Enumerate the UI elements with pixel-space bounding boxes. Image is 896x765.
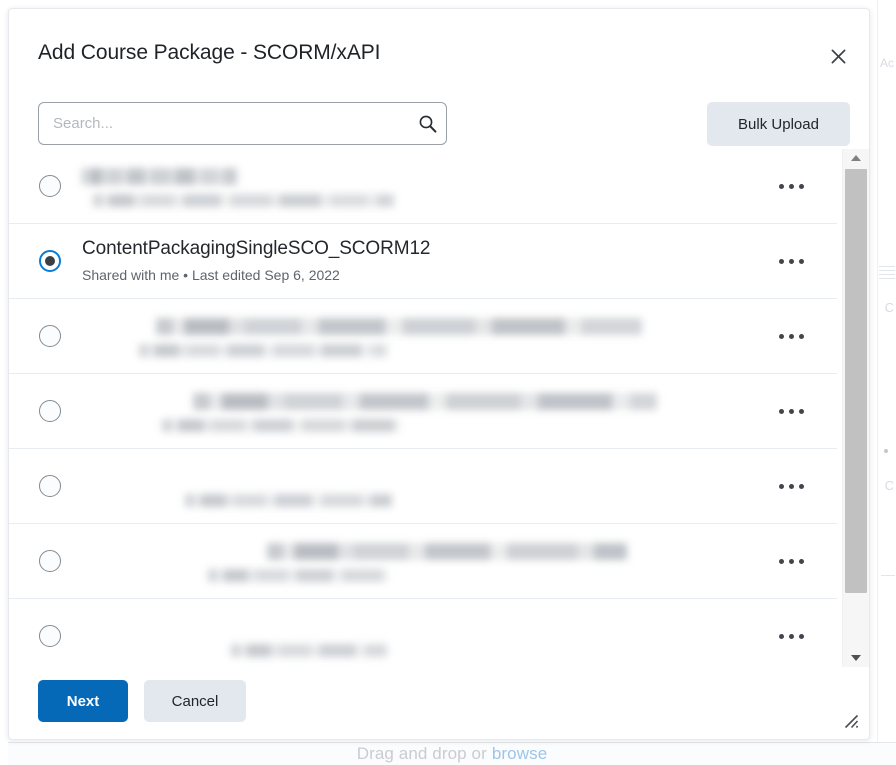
more-options-icon[interactable] <box>761 558 821 564</box>
package-radio-button[interactable] <box>39 475 61 497</box>
list-item-subtitle: ██████████████████████████████ <box>82 193 394 207</box>
dialog-footer: Next Cancel <box>9 667 869 739</box>
list-item-subtitle: ██████████████████████████████ <box>82 418 400 432</box>
bulk-upload-button[interactable]: Bulk Upload <box>707 102 850 146</box>
dialog-title: Add Course Package - SCORM/xAPI <box>38 41 381 64</box>
background-ghost-dot <box>884 449 888 453</box>
list-item[interactable]: ████████████████████████████████████████… <box>9 299 837 374</box>
search-icon[interactable] <box>408 114 446 133</box>
list-item-text: ContentPackagingSingleSCO_SCORM12 Shared … <box>82 237 761 285</box>
list-item-subtitle: ████████████████████████████ <box>82 643 387 657</box>
list-item-title: ████████████████████████████████████████… <box>82 392 657 410</box>
more-options-icon[interactable] <box>761 633 821 639</box>
background-ghost-dash <box>881 575 895 576</box>
background-ghost-glyph-2: C <box>884 478 894 493</box>
dialog-header: Add Course Package - SCORM/xAPI <box>9 9 869 87</box>
package-list-area: ████████████████████████████████████████… <box>9 149 869 667</box>
list-item-text: ████████████████████████████████████████… <box>82 166 761 207</box>
list-item-subtitle: ████████████████████████████ <box>82 343 387 357</box>
list-item-subtitle: █████████████████████████████ <box>82 493 392 507</box>
list-item-text: ████████████████████████████████████████… <box>82 616 761 657</box>
cancel-button[interactable]: Cancel <box>144 680 246 722</box>
list-item-subtitle: Shared with me • Last edited Sep 6, 2022 <box>82 267 340 283</box>
list-scrollbar[interactable] <box>842 149 869 667</box>
package-radio-button[interactable] <box>39 325 61 347</box>
background-ghost-lines <box>879 266 895 282</box>
package-radio-button[interactable] <box>39 550 61 572</box>
background-ghost-glyph-1: C <box>884 300 894 315</box>
close-icon[interactable] <box>825 43 851 69</box>
list-item-text: ████████████████████████████████████████… <box>82 391 761 432</box>
list-item[interactable]: ████████████████████████████████████████… <box>9 374 837 449</box>
list-item[interactable]: ████████████████████████████████████████… <box>9 599 837 667</box>
background-ghost-text: Ac <box>879 56 894 70</box>
package-radio-button[interactable] <box>39 250 61 272</box>
background-dropzone: Drag and drop or browse <box>8 742 896 765</box>
more-options-icon[interactable] <box>761 258 821 264</box>
next-button[interactable]: Next <box>38 680 128 722</box>
search-toolbar: Bulk Upload <box>9 87 869 149</box>
package-list: ████████████████████████████████████████… <box>9 149 837 667</box>
package-radio-button[interactable] <box>39 400 61 422</box>
scroll-up-arrow-icon[interactable] <box>843 149 869 167</box>
list-item-text: ████████████████████████████████████████… <box>82 316 761 357</box>
more-options-icon[interactable] <box>761 483 821 489</box>
dropzone-text: Drag and drop or <box>356 744 487 763</box>
scrollbar-thumb[interactable] <box>845 169 867 593</box>
list-item-title: ████████████ <box>82 467 222 485</box>
list-item[interactable]: ContentPackagingSingleSCO_SCORM12 Shared … <box>9 224 837 299</box>
list-item-subtitle: ████████████████████████████ <box>82 568 387 582</box>
scroll-down-arrow-icon[interactable] <box>843 649 869 667</box>
list-item-title: ███████████████ <box>82 167 237 185</box>
background-right-panel: Ac C C <box>877 0 896 764</box>
dropzone-browse-link[interactable]: browse <box>492 744 547 764</box>
list-item[interactable]: ████████████████████████████████████████… <box>9 524 837 599</box>
list-item[interactable]: ████████████████████████████████████████… <box>9 449 837 524</box>
search-input[interactable] <box>39 115 408 132</box>
list-item-text: ████████████████████████████████████████… <box>82 541 761 582</box>
package-radio-button[interactable] <box>39 625 61 647</box>
search-field-wrapper <box>38 102 447 145</box>
list-item-title: ContentPackagingSingleSCO_SCORM12 <box>82 238 431 259</box>
more-options-icon[interactable] <box>761 183 821 189</box>
list-item-title: █████████████ <box>82 617 234 635</box>
list-item[interactable]: ████████████████████████████████████████… <box>9 149 837 224</box>
add-course-package-dialog: Add Course Package - SCORM/xAPI Bulk Upl… <box>8 8 870 740</box>
resize-grip-icon[interactable] <box>841 711 859 729</box>
list-item-text: ████████████████████████████████████████… <box>82 466 761 507</box>
list-item-title: ████████████████████████████████████████… <box>82 317 642 335</box>
package-radio-button[interactable] <box>39 175 61 197</box>
list-item-title: ████████████████████████████████████████… <box>82 542 627 560</box>
